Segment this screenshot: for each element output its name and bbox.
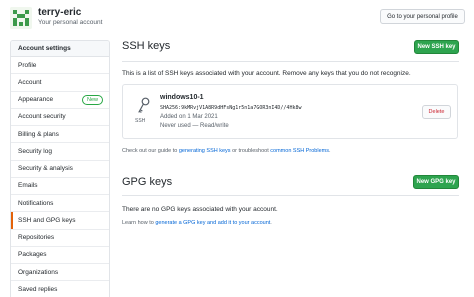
learn-suffix: . (270, 220, 272, 226)
sidebar-item-label: Repositories (18, 234, 55, 242)
sidebar-item-label: Packages (18, 251, 47, 259)
settings-sidebar: Account settings Profile Account Appeara… (10, 40, 110, 297)
key-type-label: SSH (135, 118, 146, 124)
sidebar-item-security-analysis[interactable]: Security & analysis (11, 161, 109, 178)
learn-prefix: Learn how to (122, 220, 156, 226)
sidebar-item-label: Saved replies (18, 285, 58, 293)
username[interactable]: terry-eric (38, 7, 81, 18)
sidebar-item-label: Security & analysis (18, 165, 73, 173)
guide-suffix: . (328, 148, 331, 154)
new-badge: New (81, 94, 103, 105)
sidebar-item-label: Notifications (18, 199, 54, 207)
ssh-guide-note: Check out our guide to generating SSH ke… (122, 148, 331, 154)
delete-key-button[interactable]: Delete (422, 105, 451, 119)
generate-gpg-key-link[interactable]: generate a GPG key and add it to your ac… (155, 220, 270, 226)
sidebar-item-emails[interactable]: Emails (11, 178, 109, 195)
sidebar-item-label: Security log (18, 147, 52, 155)
sidebar-item-saved-replies[interactable]: Saved replies (11, 281, 109, 297)
key-icon (137, 97, 151, 120)
key-last-used: Never used — Read/write (160, 123, 229, 129)
account-subtitle: Your personal account (38, 19, 103, 26)
gpg-keys-title: GPG keys (122, 176, 173, 188)
sidebar-item-security-log[interactable]: Security log (11, 143, 109, 161)
ssh-keys-title: SSH keys (122, 40, 171, 52)
key-fingerprint: SHA256:9kMRvjV1A8R9dHFsNg1r5n1a7GOR3nI4D… (160, 105, 302, 111)
new-ssh-key-button[interactable]: New SSH key (414, 40, 459, 54)
avatar[interactable] (10, 7, 32, 29)
sidebar-item-profile[interactable]: Profile (11, 57, 109, 75)
sidebar-item-label: Appearance (18, 96, 54, 104)
gpg-empty-text: There are no GPG keys associated with yo… (122, 206, 278, 213)
ssh-key-item: SSH windows10-1 SHA256:9kMRvjV1A8R9dHFsN… (122, 84, 458, 139)
guide-middle: or troubleshoot (230, 148, 271, 154)
sidebar-item-label: Profile (18, 61, 37, 69)
sidebar-item-label: SSH and GPG keys (18, 216, 76, 224)
sidebar-item-account[interactable]: Account (11, 74, 109, 92)
sidebar-item-billing[interactable]: Billing & plans (11, 126, 109, 144)
ssh-description: This is a list of SSH keys associated wi… (122, 70, 411, 77)
sidebar-item-ssh-gpg-keys[interactable]: SSH and GPG keys (11, 212, 109, 230)
sidebar-item-label: Account security (18, 113, 66, 121)
sidebar-item-packages[interactable]: Packages (11, 247, 109, 264)
gpg-learn-note: Learn how to generate a GPG key and add … (122, 220, 272, 226)
section-divider (122, 61, 459, 62)
section-divider (122, 195, 459, 196)
sidebar-item-repositories[interactable]: Repositories (11, 230, 109, 247)
sidebar-item-appearance[interactable]: Appearance New (11, 92, 109, 109)
key-added-date: Added on 1 Mar 2021 (160, 114, 218, 120)
key-title: windows10-1 (160, 94, 204, 101)
generating-ssh-keys-link[interactable]: generating SSH keys (179, 148, 231, 154)
sidebar-item-notifications[interactable]: Notifications (11, 195, 109, 213)
sidebar-item-label: Account (18, 78, 42, 86)
sidebar-item-label: Billing & plans (18, 130, 59, 138)
new-gpg-key-button[interactable]: New GPG key (413, 175, 459, 189)
go-to-profile-button[interactable]: Go to your personal profile (380, 9, 465, 24)
sidebar-item-label: Organizations (18, 268, 59, 276)
sidebar-item-organizations[interactable]: Organizations (11, 264, 109, 282)
common-ssh-problems-link[interactable]: common SSH Problems (270, 148, 329, 154)
sidebar-item-account-security[interactable]: Account security (11, 109, 109, 126)
sidebar-heading: Account settings (11, 41, 109, 57)
sidebar-item-label: Emails (18, 182, 38, 190)
guide-prefix: Check out our guide to (122, 148, 179, 154)
